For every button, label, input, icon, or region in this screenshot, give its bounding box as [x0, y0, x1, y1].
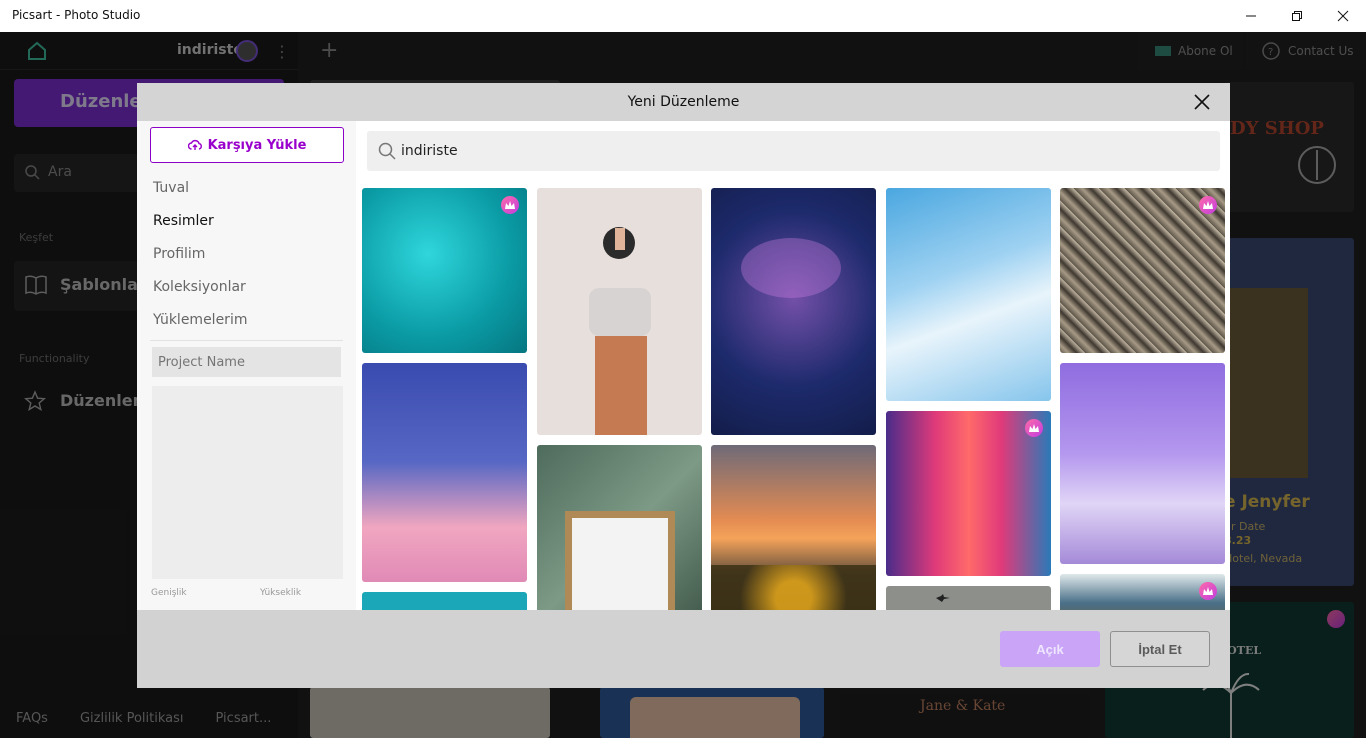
nav-item-images[interactable]: Resimler	[153, 213, 214, 229]
premium-crown-icon	[1199, 196, 1217, 214]
image-tile[interactable]	[362, 188, 527, 353]
nebula-shape	[741, 238, 841, 298]
upload-button[interactable]: Karşıya Yükle	[150, 127, 344, 163]
frame-mockup	[565, 511, 675, 610]
image-tile[interactable]	[1060, 188, 1225, 353]
minimize-icon	[1246, 15, 1256, 17]
minimize-button[interactable]	[1228, 0, 1274, 32]
search-icon	[378, 142, 396, 160]
close-icon	[1337, 10, 1349, 22]
image-tile[interactable]	[537, 445, 702, 610]
image-tile[interactable]	[1060, 363, 1225, 564]
dialog-footer: Açık İptal Et	[137, 610, 1230, 688]
nav-item-canvas[interactable]: Tuval	[153, 180, 189, 196]
nav-item-collections[interactable]: Koleksiyonlar	[153, 279, 246, 295]
dialog-left-panel: Karşıya Yükle Tuval Resimler Profilim Ko…	[137, 121, 356, 610]
restore-icon	[1292, 11, 1302, 21]
gallery-search-input[interactable]	[401, 141, 1101, 161]
open-button[interactable]: Açık	[1000, 631, 1100, 667]
window-titlebar: Picsart - Photo Studio	[0, 0, 1366, 32]
dialog-title: Yeni Düzenleme	[627, 94, 740, 110]
restore-button[interactable]	[1274, 0, 1320, 32]
image-tile[interactable]	[886, 411, 1051, 576]
image-tile[interactable]	[1060, 574, 1225, 610]
image-gallery	[356, 121, 1230, 610]
image-tile[interactable]	[537, 188, 702, 435]
image-tile[interactable]	[362, 363, 527, 582]
cloud-upload-icon	[187, 139, 202, 150]
close-window-button[interactable]	[1320, 0, 1366, 32]
cancel-button[interactable]: İptal Et	[1110, 631, 1210, 667]
width-label: Genişlik	[151, 588, 187, 598]
gallery-search[interactable]	[367, 131, 1220, 171]
bird-icon	[936, 594, 950, 602]
premium-crown-icon	[1199, 582, 1217, 600]
image-tile[interactable]	[886, 586, 1051, 610]
new-edit-dialog: Yeni Düzenleme Karşıya Yükle Tuval Resim…	[137, 83, 1230, 688]
image-tile[interactable]	[886, 188, 1051, 401]
image-tile[interactable]	[711, 445, 876, 610]
sunflower-field	[711, 565, 876, 610]
premium-crown-icon	[501, 196, 519, 214]
nav-item-profile[interactable]: Profilim	[153, 246, 205, 262]
premium-crown-icon	[1025, 419, 1043, 437]
nav-divider	[150, 340, 343, 341]
height-label: Yükseklik	[260, 588, 302, 598]
nav-item-uploads[interactable]: Yüklemelerim	[153, 312, 247, 328]
image-tile[interactable]	[711, 188, 876, 435]
illustration-figure	[589, 227, 651, 435]
window-title: Picsart - Photo Studio	[12, 8, 141, 22]
canvas-preview	[152, 386, 343, 579]
dialog-header: Yeni Düzenleme	[137, 83, 1230, 121]
project-name-input[interactable]	[152, 347, 341, 377]
close-dialog-icon[interactable]	[1193, 93, 1211, 111]
image-tile[interactable]	[362, 592, 527, 610]
upload-button-label: Karşıya Yükle	[207, 137, 307, 153]
